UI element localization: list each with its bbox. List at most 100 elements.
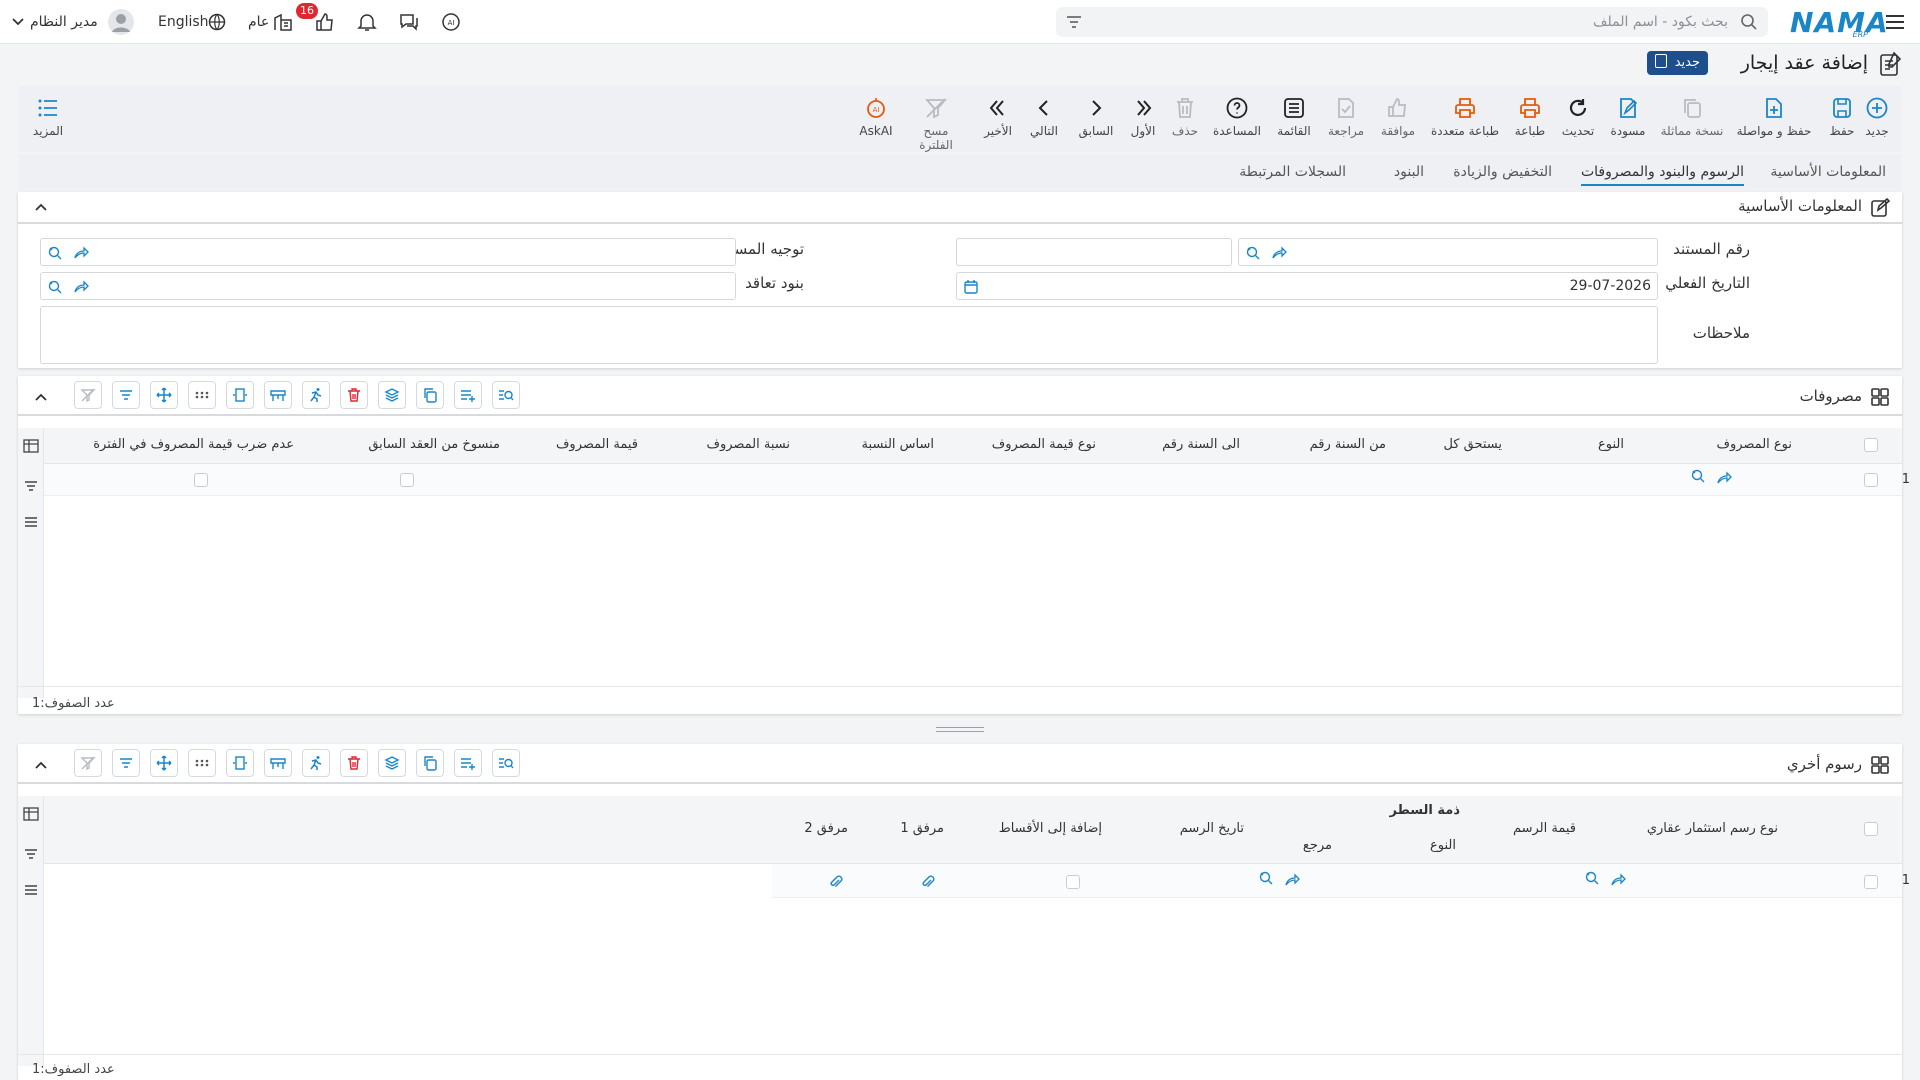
grid-search-button[interactable] (492, 381, 520, 409)
filter-icon[interactable] (1066, 14, 1082, 30)
avatar[interactable] (108, 9, 134, 35)
open-link-icon[interactable] (73, 279, 89, 295)
open-link-icon[interactable] (1284, 872, 1300, 888)
col-reference[interactable]: مرجع (1303, 838, 1332, 853)
tab-discount-increase[interactable]: التخفيض والزيادة (1453, 164, 1552, 180)
add-to-installments-checkbox[interactable] (1066, 875, 1080, 889)
clear-filter-button[interactable]: مسح الفلترة (906, 96, 966, 152)
col-expense-value[interactable]: قيمة المصروف (556, 437, 638, 452)
col-from-year[interactable]: من السنة رقم (1310, 437, 1386, 452)
col-fee-date[interactable]: تاريخ الرسم (1180, 821, 1244, 836)
grid-layers-button[interactable] (378, 749, 406, 777)
approve-button[interactable]: موافقة (1378, 96, 1418, 138)
open-link-icon[interactable] (1271, 245, 1287, 261)
grid-add-row-button[interactable] (454, 749, 482, 777)
logo[interactable]: NAMA ERP (1790, 6, 1888, 39)
grid-copy-button[interactable] (416, 381, 444, 409)
col-due-every[interactable]: يستحق كل (1443, 437, 1502, 452)
help-button[interactable]: المساعدة (1212, 96, 1262, 138)
grid-fit-columns-button[interactable] (226, 749, 254, 777)
review-button[interactable]: مراجعة (1326, 96, 1366, 138)
grid-fit-columns-button[interactable] (226, 381, 254, 409)
grid-add-row-button[interactable] (454, 381, 482, 409)
actual-date-input[interactable]: 29-07-2026 (956, 272, 1658, 300)
company-icon[interactable] (272, 11, 294, 33)
grid-clear-filter-button[interactable] (74, 381, 102, 409)
last-button[interactable]: الأخير (978, 96, 1018, 138)
lookup-icon[interactable] (1258, 870, 1274, 886)
tab-fees-items-expenses[interactable]: الرسوم والبنود والمصروفات (1580, 164, 1744, 186)
grid-delete-button[interactable] (340, 749, 368, 777)
print-button[interactable]: طباعة (1512, 96, 1548, 138)
grid-layers-button[interactable] (378, 381, 406, 409)
panel-splitter[interactable] (936, 727, 984, 732)
col-copied-from-previous[interactable]: منسوخ من العقد السابق (368, 437, 500, 452)
paperclip-icon[interactable] (828, 874, 844, 890)
chat-icon[interactable] (398, 11, 420, 33)
col-expense-type[interactable]: نوع المصروف (1716, 437, 1792, 452)
grid-table-button[interactable] (264, 749, 292, 777)
col-expense-percentage[interactable]: نسبة المصروف (706, 437, 790, 452)
tab-basic-info[interactable]: المعلومات الأساسية (1770, 164, 1886, 180)
search-input[interactable]: بحث بكود - اسم الملف (1056, 7, 1768, 37)
col-expense-value-type[interactable]: نوع قيمة المصروف (992, 437, 1096, 452)
lookup-icon[interactable] (47, 279, 63, 295)
grid-copy-button[interactable] (416, 749, 444, 777)
columns-icon[interactable] (23, 438, 39, 454)
row-checkbox[interactable] (1864, 875, 1878, 889)
draft-button[interactable]: مسودة (1608, 96, 1648, 138)
table-row[interactable] (772, 864, 1902, 898)
filter-icon[interactable] (23, 478, 39, 494)
lookup-icon[interactable] (1584, 870, 1600, 886)
paperclip-icon[interactable] (920, 874, 936, 890)
select-all-checkbox[interactable] (1864, 438, 1878, 452)
ai-chat-icon[interactable]: AI (440, 11, 462, 33)
grid-table-button[interactable] (264, 381, 292, 409)
grid-delete-button[interactable] (340, 381, 368, 409)
collapse-icon[interactable] (34, 758, 48, 772)
col-no-multiply-period[interactable]: عدم ضرب قيمة المصروف في الفترة (93, 437, 294, 452)
delete-button[interactable]: حذف (1170, 96, 1200, 138)
general-label[interactable]: عام (248, 14, 269, 30)
next-button[interactable]: التالي (1024, 96, 1064, 138)
calendar-icon[interactable] (963, 279, 979, 295)
first-button[interactable]: الأول (1128, 96, 1158, 138)
grid-run-button[interactable] (302, 749, 330, 777)
col-to-year[interactable]: الى السنة رقم (1162, 437, 1240, 452)
chevron-down-icon[interactable] (12, 17, 24, 27)
refresh-button[interactable]: تحديث (1560, 96, 1596, 138)
previous-button[interactable]: السابق (1076, 96, 1116, 138)
more-button[interactable]: المزيد (26, 96, 70, 138)
grid-filter-button[interactable] (112, 381, 140, 409)
grid-dots-button[interactable] (188, 749, 216, 777)
collapse-icon[interactable] (34, 390, 48, 404)
save-continue-button[interactable]: حفظ و مواصلة (1736, 96, 1812, 138)
copied-from-previous-checkbox[interactable] (400, 473, 414, 487)
menu-lines-icon[interactable] (23, 514, 39, 530)
doc-number-secondary-input[interactable] (956, 238, 1232, 266)
col-percentage-basis[interactable]: اساس النسبة (862, 437, 934, 452)
col-investment-fee-type[interactable]: نوع رسم استثمار عقاري (1647, 821, 1778, 836)
filter-icon[interactable] (23, 846, 39, 862)
grid-move-button[interactable] (150, 381, 178, 409)
tab-related-records[interactable]: السجلات المرتبطة (1239, 164, 1346, 180)
col-group-line-account[interactable]: ذمة السطر (1390, 803, 1460, 818)
col-attachment-2[interactable]: مرفق 2 (804, 821, 848, 836)
contract-terms-input[interactable] (40, 272, 736, 300)
tab-items[interactable]: البنود (1394, 164, 1424, 180)
col-fee-value[interactable]: قيمة الرسم (1513, 821, 1576, 836)
grid-filter-button[interactable] (112, 749, 140, 777)
col-attachment-1[interactable]: مرفق 1 (900, 821, 944, 836)
open-link-icon[interactable] (1610, 872, 1626, 888)
lookup-icon[interactable] (47, 245, 63, 261)
approvals-icon[interactable] (314, 11, 336, 33)
select-all-checkbox[interactable] (1864, 822, 1878, 836)
askai-button[interactable]: AI AskAI (854, 96, 898, 138)
globe-icon[interactable] (206, 11, 228, 33)
grid-dots-button[interactable] (188, 381, 216, 409)
col-type[interactable]: النوع (1598, 437, 1624, 452)
col-line-type[interactable]: النوع (1430, 838, 1456, 853)
lookup-icon[interactable] (1245, 245, 1261, 261)
row-checkbox[interactable] (1864, 473, 1878, 487)
open-link-icon[interactable] (1716, 470, 1732, 486)
